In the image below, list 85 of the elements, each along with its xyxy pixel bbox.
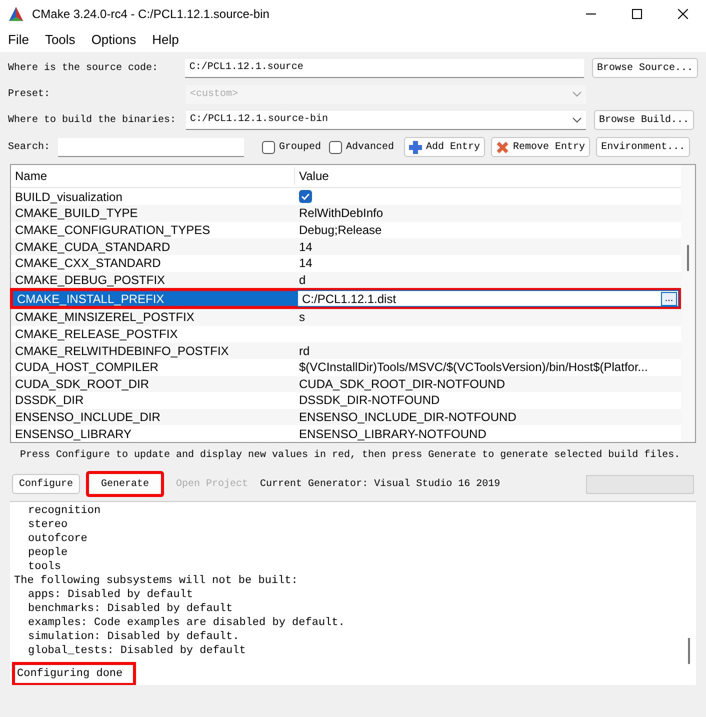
entry-name: CMAKE_INSTALL_PREFIX xyxy=(16,292,166,305)
table-row[interactable]: CMAKE_BUILD_TYPE RelWithDebInfo xyxy=(11,205,681,222)
browse-source-button[interactable]: Browse Source... xyxy=(592,58,698,78)
table-row[interactable]: CMAKE_RELWITHDEBINFO_POSTFIX rd xyxy=(11,342,681,359)
log-line: apps: Disabled by default xyxy=(27,588,194,602)
generator-text: Current Generator: Visual Studio 16 2019 xyxy=(260,478,500,492)
triangle-logo-icon xyxy=(8,6,24,22)
entry-value: 14 xyxy=(298,257,314,270)
entry-name: DSSDK_DIR xyxy=(14,394,85,406)
table-row[interactable]: CUDA_SDK_ROOT_DIR CUDA_SDK_ROOT_DIR-NOTFOUND xyxy=(11,376,681,392)
log-line: benchmarks: Disabled by default xyxy=(27,602,233,616)
checkbox-label: Grouped xyxy=(279,140,322,154)
entry-name: CMAKE_MINSIZEREL_POSTFIX xyxy=(14,311,196,324)
plus-icon xyxy=(409,140,422,154)
table-row[interactable]: CMAKE_INSTALL_PREFIX C:/PCL1.12.1.dist ... xyxy=(10,288,682,310)
log-line: The following subsystems will not be built: xyxy=(13,574,298,588)
checkbox[interactable] xyxy=(329,140,342,154)
entry-name: CMAKE_BUILD_TYPE xyxy=(14,207,139,220)
chevron-down-icon xyxy=(572,91,582,97)
entry-name: BUILD_visualization xyxy=(14,190,124,203)
checkbox[interactable] xyxy=(262,140,275,154)
entry-value: RelWithDebInfo xyxy=(298,207,384,220)
entry-name: CMAKE_DEBUG_POSTFIX xyxy=(14,274,166,286)
log-line: outofcore xyxy=(27,532,88,546)
entry-value: 14 xyxy=(298,240,314,253)
table-row[interactable]: CMAKE_MINSIZEREL_POSTFIX s xyxy=(11,309,681,326)
entry-name: CMAKE_CUDA_STANDARD xyxy=(14,240,172,253)
value-checkbox[interactable] xyxy=(299,190,312,204)
build-dropdown[interactable]: C:/PCL1.12.1.source-bin xyxy=(186,110,586,130)
table-row[interactable]: CMAKE_CUDA_STANDARD 14 xyxy=(11,238,681,255)
entry-value: CUDA_SDK_ROOT_DIR-NOTFOUND xyxy=(298,378,506,390)
menu-item[interactable]: Help xyxy=(152,30,179,50)
column-header[interactable]: Value xyxy=(295,167,333,186)
entry-name: ENSENSO_LIBRARY xyxy=(14,428,132,440)
entry-value: DSSDK_DIR-NOTFOUND xyxy=(298,394,441,406)
source-field[interactable]: C:/PCL1.12.1.source xyxy=(185,58,584,78)
table-row[interactable]: ENSENSO_INCLUDE_DIR ENSENSO_INCLUDE_DIR-NOTFOUND xyxy=(11,408,681,426)
source-label: Where is the source code: xyxy=(8,62,160,76)
x-mark-icon xyxy=(496,140,510,154)
checkbox-label: Advanced xyxy=(346,140,394,154)
browse-build-button[interactable]: Browse Build... xyxy=(594,110,694,130)
log-line: global_tests: Disabled by default xyxy=(27,644,246,658)
entry-value: ENSENSO_INCLUDE_DIR-NOTFOUND xyxy=(298,411,518,424)
search-field[interactable] xyxy=(58,138,244,156)
menu-item[interactable]: File xyxy=(8,30,29,50)
scrollbar-thumb[interactable] xyxy=(687,245,689,271)
search-label: Search: xyxy=(8,140,52,154)
action-button[interactable]: Generate xyxy=(86,471,164,497)
preset-label: Preset: xyxy=(8,88,52,102)
entry-name: CMAKE_RELEASE_POSTFIX xyxy=(14,328,179,340)
entry-name: ENSENSO_INCLUDE_DIR xyxy=(14,411,162,424)
table-row[interactable]: CMAKE_DEBUG_POSTFIX d xyxy=(11,272,681,288)
entry-name: CUDA_HOST_COMPILER xyxy=(14,361,160,374)
table-row[interactable]: CMAKE_RELEASE_POSTFIX xyxy=(11,326,681,342)
menu-item[interactable]: Options xyxy=(91,30,136,50)
scrollbar-thumb[interactable] xyxy=(688,638,690,664)
entry-name: CMAKE_RELWITHDEBINFO_POSTFIX xyxy=(14,344,230,357)
entry-value: ENSENSO_LIBRARY-NOTFOUND xyxy=(298,428,488,440)
menu-item[interactable]: Tools xyxy=(44,30,76,50)
entry-value: d xyxy=(298,274,307,286)
path-field[interactable]: C:/PCL1.12.1.dist xyxy=(298,292,661,305)
entry-name: CMAKE_CONFIGURATION_TYPES xyxy=(14,224,212,236)
entry-name: CUDA_SDK_ROOT_DIR xyxy=(14,378,150,390)
log-line: recognition xyxy=(27,504,101,518)
action-button[interactable]: Configure xyxy=(12,474,80,494)
log-line: stereo xyxy=(27,518,68,532)
log-line: tools xyxy=(27,560,62,574)
chevron-down-icon xyxy=(572,116,582,122)
log-line: examples: Code examples are disabled by default. xyxy=(27,616,345,630)
table-row[interactable]: CMAKE_CONFIGURATION_TYPES Debug;Release xyxy=(11,222,681,238)
log-line: people xyxy=(27,546,68,560)
entry-value: $(VCInstallDir)Tools/MSVC/$(VCToolsVersion)/bin/Host$(Platfor... xyxy=(298,361,649,374)
entry-value: s xyxy=(298,311,306,324)
hint-text: Press Configure to update and display new values in red, then press Generate to generate selected build files. xyxy=(20,448,680,463)
column-header[interactable]: Name xyxy=(11,167,295,186)
add-entry-button[interactable]: Add Entry xyxy=(404,137,486,157)
remove-entry-button[interactable]: Remove Entry xyxy=(491,137,590,157)
window-title: CMake 3.24.0-rc4 - C:/PCL1.12.1.source-bin xyxy=(32,6,270,23)
entry-value: Debug;Release xyxy=(298,224,383,236)
entry-name: CMAKE_CXX_STANDARD xyxy=(14,257,162,270)
entry-value: rd xyxy=(298,344,311,357)
browse-button[interactable]: ... xyxy=(661,292,677,306)
build-label: Where to build the binaries: xyxy=(8,114,178,128)
environment-button[interactable]: Environment... xyxy=(596,137,690,157)
log-line: simulation: Disabled by default. xyxy=(27,630,240,644)
